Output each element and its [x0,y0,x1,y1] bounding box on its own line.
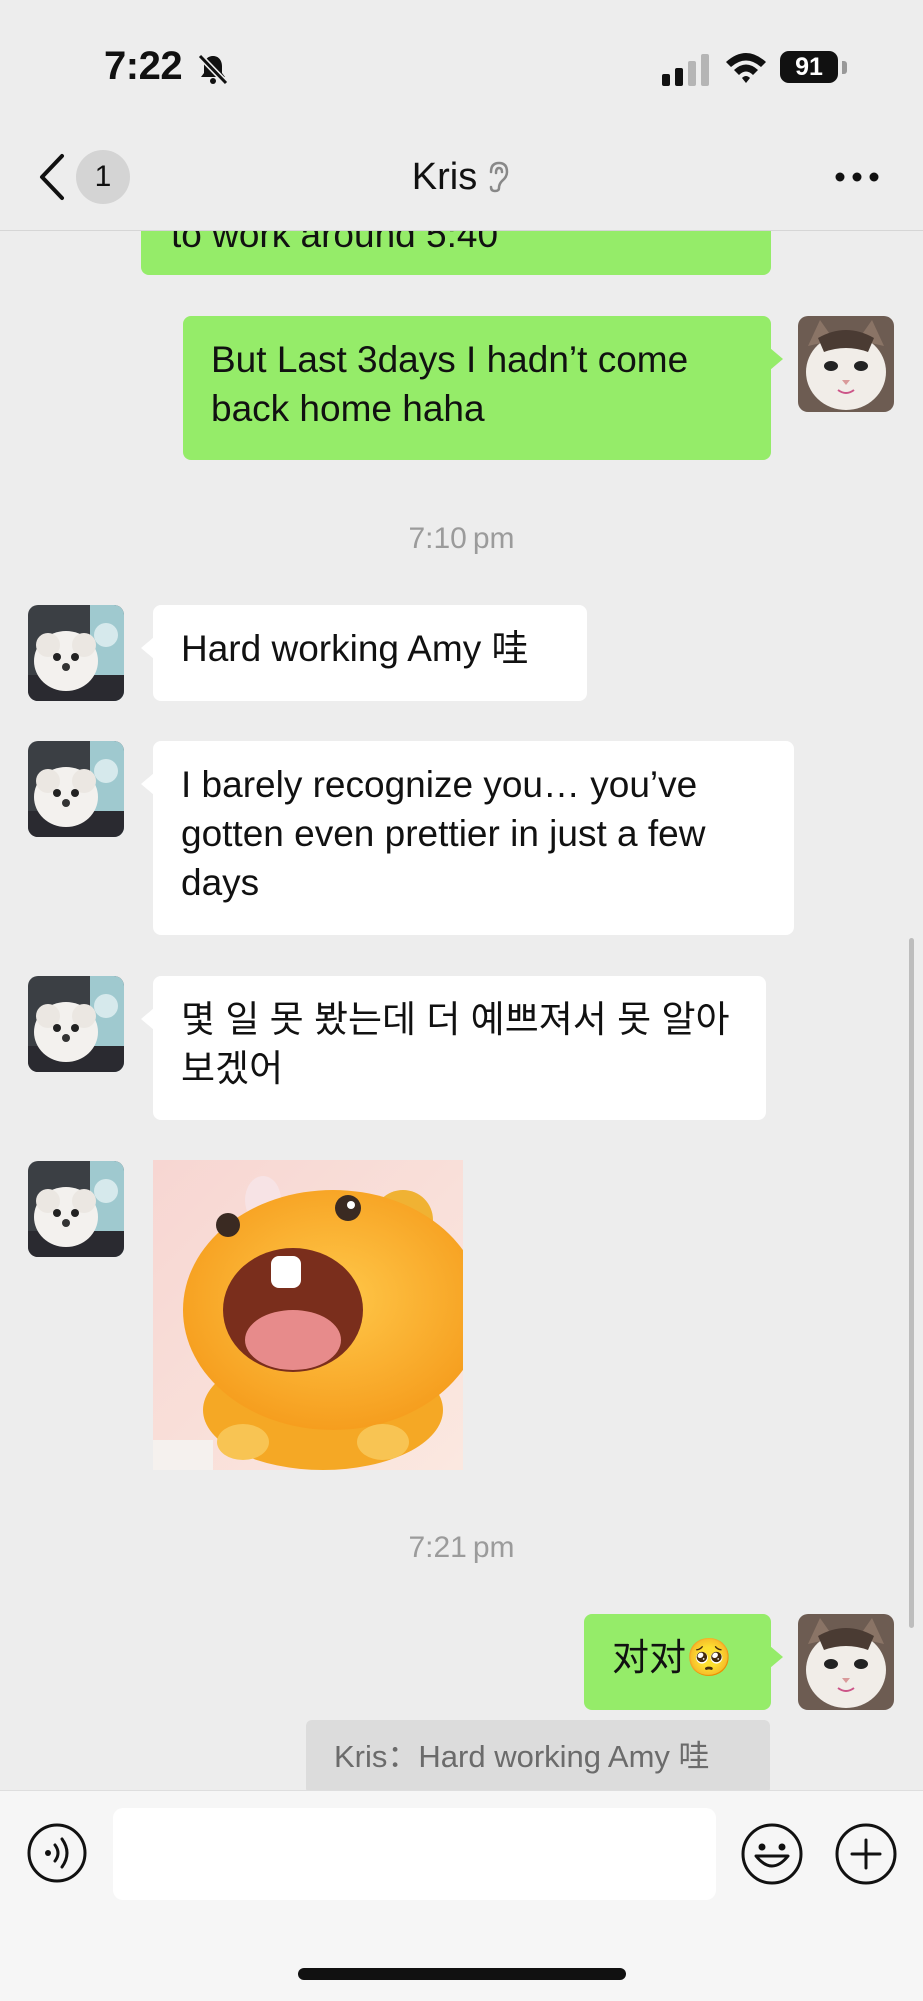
message-text: 对对🥺 [612,1637,733,1678]
my-avatar[interactable] [798,316,894,412]
message-bubble-received[interactable]: 몇 일 못 봤는데 더 예쁘져서 못 알아보겠어 [141,976,766,1120]
message-bubble-sent[interactable]: But Last 3days I hadn’t come back home h… [183,316,783,460]
chat-title: Kris [0,150,923,204]
contact-name[interactable]: Kris [412,150,477,204]
message-text: I barely recognize you… you’ve gotten ev… [181,764,706,903]
timestamp: 7:10 pm [408,522,515,555]
voice-input-icon[interactable] [26,1822,88,1884]
message-text: Hard working Amy 哇 [181,628,529,669]
battery-tip [842,61,847,74]
timestamp: 7:21 pm [408,1531,515,1564]
more-horizontal-icon[interactable] [834,166,880,188]
contact-avatar[interactable] [28,976,124,1072]
message-text: But Last 3days I hadn’t come back home h… [211,339,689,429]
home-indicator [298,1968,626,1980]
message-bubble-received[interactable]: I barely recognize you… you’ve gotten ev… [141,741,794,935]
navigation-header: 7:22 91 1 Kris [0,0,923,231]
wifi-icon [726,53,766,83]
message-bubble-received[interactable]: Hard working Amy 哇 [141,605,587,701]
emoji-icon[interactable] [740,1822,804,1886]
contact-avatar[interactable] [28,741,124,837]
message-text: 몇 일 못 봤는데 더 예쁘져서 못 알아보겠어 [181,999,730,1089]
scrollbar[interactable] [909,938,914,1628]
status-time: 7:22 [104,44,183,88]
message-input[interactable] [113,1808,716,1900]
contact-avatar[interactable] [28,605,124,701]
sticker-image[interactable] [153,1160,463,1470]
quoted-message[interactable]: Kris：Hard working Amy 哇 [306,1720,770,1790]
contact-avatar[interactable] [28,1161,124,1257]
message-bubble-sent[interactable]: 对对🥺 [584,1614,783,1710]
earpiece-mode-icon [489,161,509,193]
plus-icon[interactable] [834,1822,898,1886]
silent-bell-icon [197,53,229,86]
my-avatar[interactable] [798,1614,894,1710]
chat-area[interactable]: to work around 5:40 But Last 3days I had… [0,0,923,1790]
cellular-signal-icon [662,54,709,86]
battery-indicator: 91 [780,51,838,83]
